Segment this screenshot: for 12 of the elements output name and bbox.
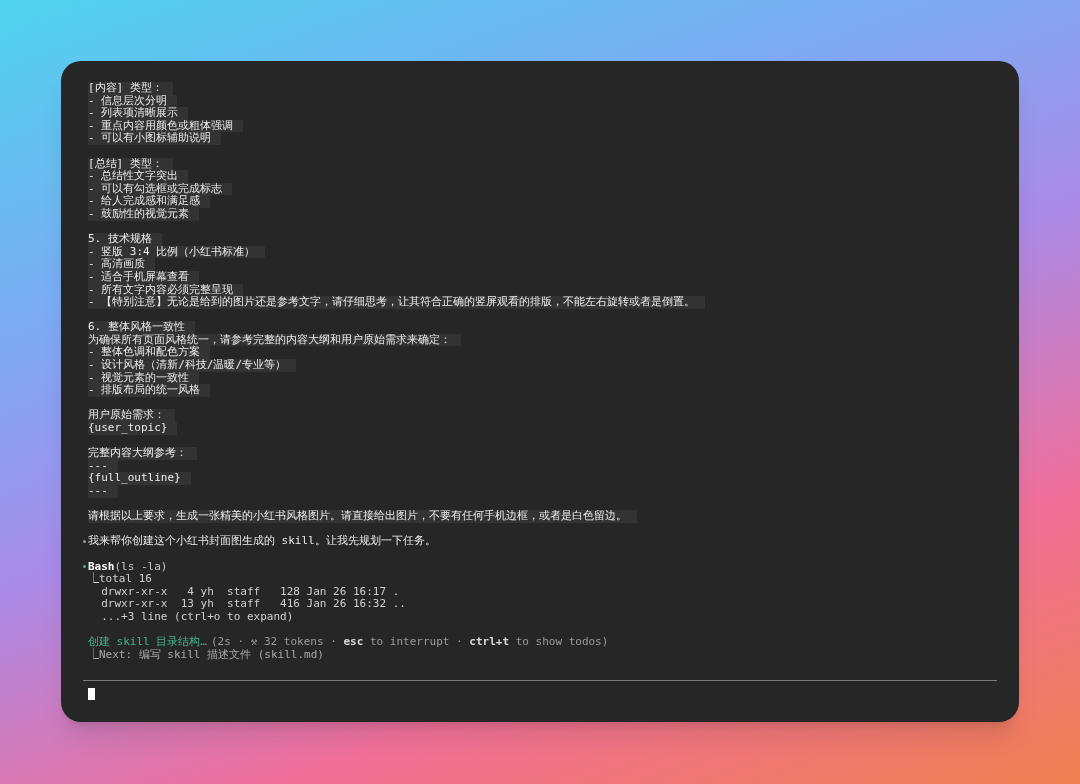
bullet-icon [83,540,86,544]
bullet-icon [83,565,86,569]
response-line: 我来帮你创建这个小红书封面图生成的 skill。让我先规划一下任务。 [88,535,436,548]
next-task: ⎿Next: 编写 skill 描述文件 (skill.md) [88,648,324,662]
status-detail: (2s · ⚒ 32 tokens · esc to interrupt · ctrl+t to show todos) [210,636,609,649]
activity-status: 创建 skill 目录结构… [88,636,207,649]
output-line: ...+3 line (ctrl+o to expand) [100,610,294,624]
cursor [88,687,95,700]
output-line: drwxr-xr-x 13 yh staff 416 Jan 26 16:32 .. [100,598,406,611]
output-line: drwxr-xr-x 4 yh staff 128 Jan 26 16:17 . [100,585,400,599]
tool-call: Bash(ls -la) [88,560,168,573]
output-line: ⎿total 16 [88,573,152,586]
